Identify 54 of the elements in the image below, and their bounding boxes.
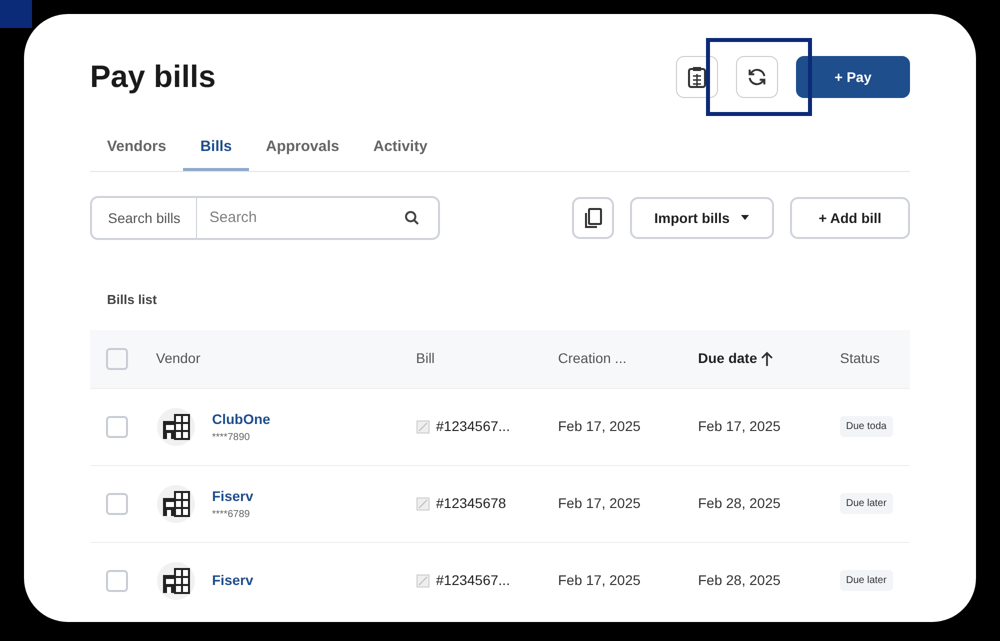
sort-up-icon: [761, 350, 774, 366]
document-icon: [416, 574, 430, 588]
add-bill-button[interactable]: + Add bill: [790, 197, 910, 239]
column-header: Creation ...: [558, 349, 626, 368]
column-header: Status: [840, 349, 880, 368]
clipboard-icon: [687, 66, 707, 88]
creation-date: Feb 17, 2025: [558, 571, 642, 590]
account-number: ****7890: [212, 430, 251, 444]
building-icon: [156, 484, 196, 524]
vendor-link[interactable]: Fiserv: [212, 570, 254, 591]
building-icon: [156, 560, 196, 600]
status-badge: Due later: [840, 493, 893, 514]
import-dropdown[interactable]: Import bills: [630, 197, 774, 239]
search-label: Search bills: [90, 196, 198, 240]
building-icon: [156, 406, 196, 446]
copy-icon: [583, 207, 603, 229]
column-header: Vendor: [156, 349, 200, 368]
search-icon: [404, 210, 420, 226]
table-caption: Bills list: [107, 291, 158, 309]
status-badge: Due later: [840, 570, 893, 591]
tab[interactable]: Vendors: [90, 126, 184, 171]
row-checkbox[interactable]: [106, 492, 128, 514]
row-checkbox[interactable]: [106, 416, 128, 438]
vendor-link[interactable]: ClubOne: [212, 408, 270, 430]
bill-number: #12345678: [436, 494, 506, 513]
creation-date: Feb 17, 2025: [558, 494, 642, 513]
document-icon: [416, 420, 430, 434]
tab[interactable]: Bills: [183, 126, 249, 171]
status-badge: Due toda: [840, 416, 893, 437]
search-field[interactable]: Search: [197, 196, 440, 240]
bill-number: #1234567...: [436, 571, 510, 590]
copy-button[interactable]: [572, 197, 614, 239]
vendor-link[interactable]: Fiserv: [212, 486, 254, 506]
column-header: Due date: [698, 349, 758, 368]
select-all-checkbox[interactable]: [106, 348, 128, 370]
due-date: Feb 28, 2025: [698, 571, 782, 590]
calendar-button[interactable]: [676, 56, 718, 98]
document-icon: [416, 496, 430, 510]
pay-button[interactable]: + Pay: [796, 56, 910, 98]
search-input[interactable]: Search: [197, 206, 404, 230]
corner-marker: [0, 0, 32, 28]
page-title: Pay bills: [90, 58, 216, 96]
bill-number: #1234567...: [436, 417, 510, 436]
tab[interactable]: Approvals: [248, 126, 356, 171]
column-header: Bill: [416, 349, 435, 368]
refresh-button[interactable]: [736, 56, 778, 98]
row-checkbox[interactable]: [106, 570, 128, 592]
due-date: Feb 28, 2025: [698, 494, 782, 513]
caret-icon: [740, 215, 750, 221]
refresh-icon: [746, 66, 768, 88]
tab[interactable]: Activity: [356, 126, 444, 171]
account-number: ****6789: [212, 508, 251, 522]
creation-date: Feb 17, 2025: [558, 417, 642, 436]
due-date: Feb 17, 2025: [698, 417, 782, 436]
